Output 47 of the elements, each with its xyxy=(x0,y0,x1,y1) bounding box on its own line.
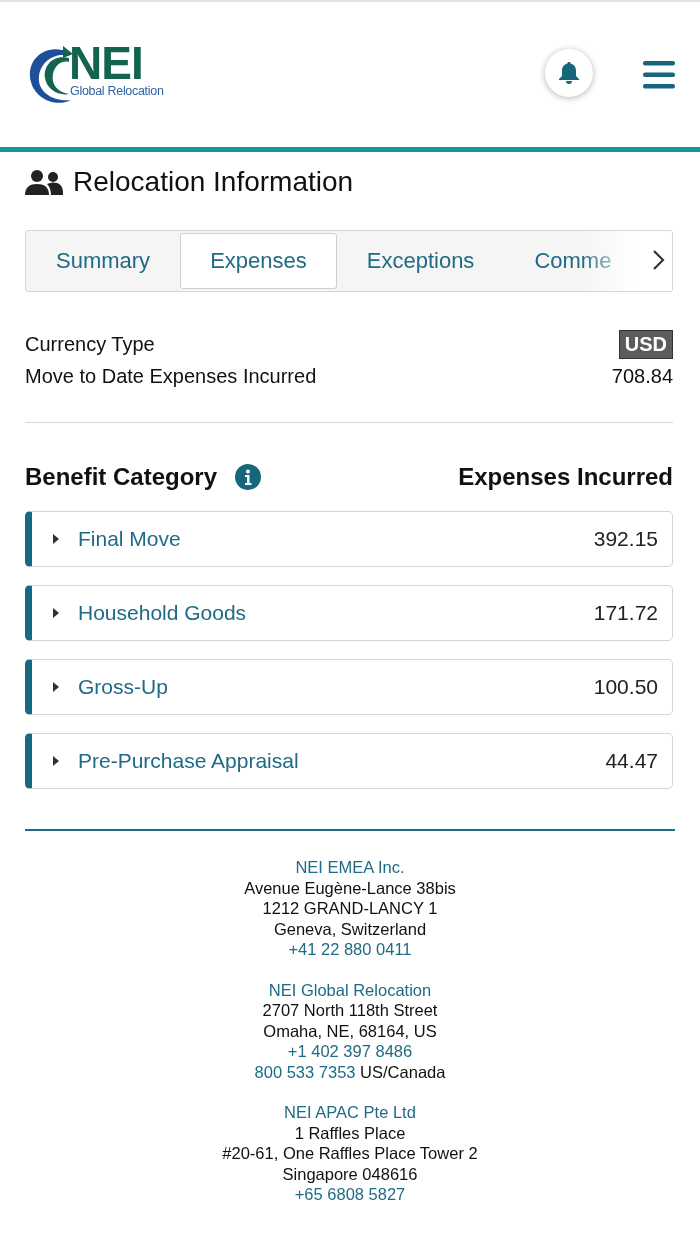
category-name: Household Goods xyxy=(78,601,247,625)
summary-label: Currency Type xyxy=(25,333,156,356)
phone-link[interactable]: +65 6808 5827 xyxy=(294,1185,406,1203)
address-line: 2707 North 118th Street xyxy=(262,1001,438,1019)
column-heading: Benefit Category xyxy=(25,463,218,491)
phone-link[interactable]: +41 22 880 0411 xyxy=(288,940,412,958)
currency-badge: USD xyxy=(618,330,673,359)
tab[interactable]: Summary xyxy=(26,233,181,289)
phone-link[interactable]: 800 533 7353 xyxy=(254,1062,356,1081)
bell-icon xyxy=(558,60,580,85)
category-row[interactable]: Household Goods 171.72 xyxy=(25,585,673,641)
summary-label: Move to Date Expenses Incurred xyxy=(25,365,318,388)
phone-note: US/Canada xyxy=(360,1062,446,1081)
category-row[interactable]: Pre-Purchase Appraisal 44.47 xyxy=(25,733,673,789)
scroll-right-button[interactable] xyxy=(652,249,666,271)
tab[interactable]: Comme xyxy=(504,233,642,289)
address-line: 1212 GRAND-LANCY 1 xyxy=(262,899,438,917)
category-name: Final Move xyxy=(78,527,181,551)
category-row[interactable]: Final Move 392.15 xyxy=(25,511,673,567)
column-heading: Expenses Incurred xyxy=(458,463,673,491)
address-line: #20-61, One Raffles Place Tower 2 xyxy=(222,1144,478,1162)
phone-link[interactable]: +1 402 397 8486 xyxy=(287,1042,413,1060)
category-name: Pre-Purchase Appraisal xyxy=(78,749,299,773)
office-name: NEI EMEA Inc. xyxy=(294,857,406,878)
address-line: Singapore 048616 xyxy=(282,1164,418,1183)
chevron-right-icon xyxy=(652,249,666,271)
category-amount: 392.15 xyxy=(593,527,658,551)
category-amount: 100.50 xyxy=(593,675,658,699)
category-amount: 44.47 xyxy=(605,749,658,773)
category-name: Gross-Up xyxy=(78,675,168,699)
address-line: Geneva, Switzerland xyxy=(273,919,427,938)
category-amount: 171.72 xyxy=(593,601,658,625)
office-name: NEI APAC Pte Ltd xyxy=(283,1102,417,1123)
address-line: 1 Raffles Place xyxy=(294,1123,406,1142)
notification-button[interactable] xyxy=(545,48,593,97)
category-row[interactable]: Gross-Up 100.50 xyxy=(25,659,673,715)
tab[interactable]: Exceptions xyxy=(336,233,505,289)
address-line: Avenue Eugène-Lance 38bis xyxy=(244,878,456,897)
menu-icon xyxy=(643,60,675,89)
office-name: NEI Global Relocation xyxy=(267,979,433,1000)
page-title: Relocation Information xyxy=(73,166,354,198)
users-icon xyxy=(25,169,63,195)
summary-value: 708.84 xyxy=(611,365,673,388)
tab[interactable]: Expenses xyxy=(180,233,337,289)
address-line: Omaha, NE, 68164, US xyxy=(263,1021,437,1040)
info-icon[interactable] xyxy=(235,464,262,490)
menu-button[interactable] xyxy=(643,60,675,89)
